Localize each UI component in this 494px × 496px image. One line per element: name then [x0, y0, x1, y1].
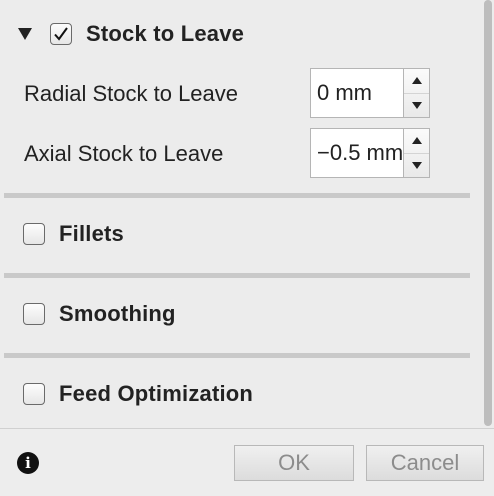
- arrow-down-icon: [411, 161, 422, 169]
- feed-optimization-checkbox[interactable]: [23, 383, 45, 405]
- stock-to-leave-header[interactable]: Stock to Leave: [18, 19, 244, 49]
- parameters-panel: Stock to Leave Radial Stock to Leave 0 m…: [0, 0, 482, 428]
- fillets-header[interactable]: Fillets: [23, 219, 124, 249]
- section-divider: [4, 193, 470, 198]
- info-icon[interactable]: i: [17, 452, 39, 474]
- radial-stock-input[interactable]: 0 mm: [310, 68, 404, 118]
- radial-stock-spin-buttons[interactable]: [404, 68, 430, 118]
- radial-stock-stepper[interactable]: 0 mm: [310, 68, 432, 120]
- arrow-up-icon: [411, 137, 422, 145]
- fillets-title: Fillets: [59, 221, 124, 246]
- axial-stock-input[interactable]: −0.5 mm: [310, 128, 404, 178]
- axial-decrement-button[interactable]: [404, 152, 429, 178]
- section-divider: [4, 273, 470, 278]
- stock-to-leave-checkbox[interactable]: [50, 23, 72, 45]
- radial-decrement-button[interactable]: [404, 92, 429, 118]
- stock-to-leave-title: Stock to Leave: [86, 21, 245, 46]
- scrollbar-thumb[interactable]: [484, 0, 492, 426]
- feed-optimization-title: Feed Optimization: [59, 381, 254, 406]
- scrollbar[interactable]: [482, 0, 494, 428]
- radial-stock-label: Radial Stock to Leave: [24, 81, 239, 106]
- checkmark-icon: [54, 27, 68, 41]
- footer-separator: [0, 428, 494, 429]
- ok-button[interactable]: OK: [234, 445, 354, 481]
- arrow-down-icon: [411, 101, 422, 109]
- axial-increment-button[interactable]: [404, 129, 429, 153]
- axial-stock-spin-buttons[interactable]: [404, 128, 430, 178]
- section-divider: [4, 353, 470, 358]
- cancel-button[interactable]: Cancel: [366, 445, 484, 481]
- expand-triangle-icon[interactable]: [18, 28, 32, 40]
- axial-stock-stepper[interactable]: −0.5 mm: [310, 128, 432, 180]
- arrow-up-icon: [411, 77, 422, 85]
- feed-optimization-header[interactable]: Feed Optimization: [23, 379, 253, 409]
- fillets-checkbox[interactable]: [23, 223, 45, 245]
- axial-stock-label: Axial Stock to Leave: [24, 141, 224, 166]
- smoothing-header[interactable]: Smoothing: [23, 299, 176, 329]
- radial-increment-button[interactable]: [404, 69, 429, 93]
- smoothing-title: Smoothing: [59, 301, 176, 326]
- smoothing-checkbox[interactable]: [23, 303, 45, 325]
